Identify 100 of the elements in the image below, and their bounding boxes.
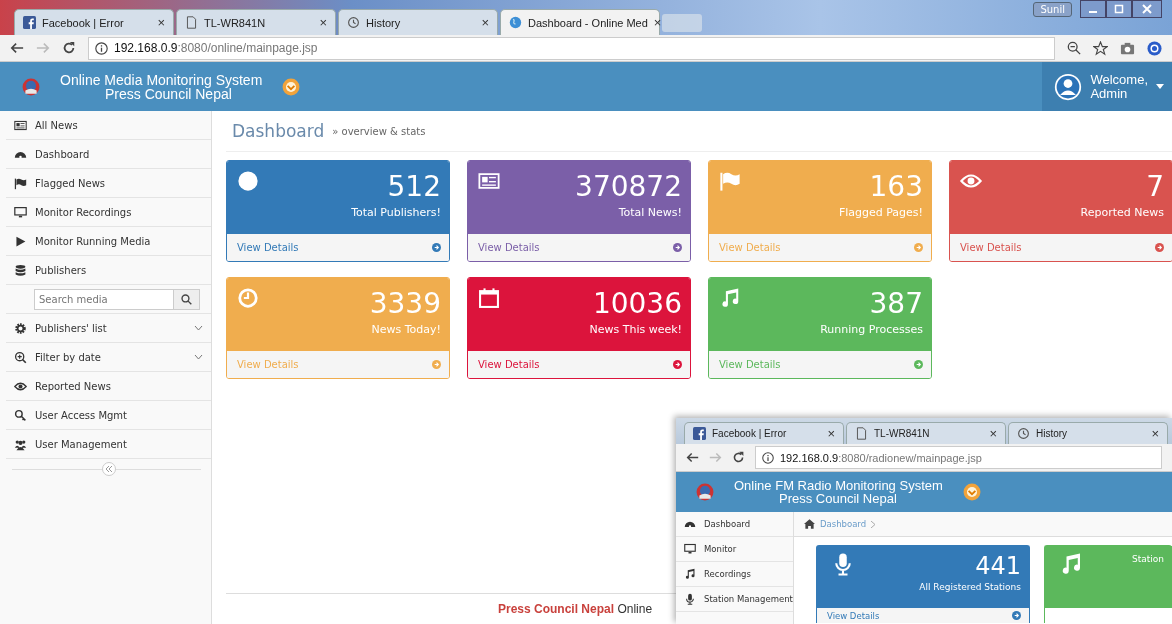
app-title: Online FM Radio Monitoring System Press Council Nepal <box>734 479 943 505</box>
sidebar-item[interactable]: Publishers' list <box>6 314 211 343</box>
browser-tab[interactable]: History × <box>1008 422 1168 444</box>
reload-icon[interactable] <box>62 41 76 55</box>
stat-label: All Registered Stations <box>919 582 1021 592</box>
sidebar-item[interactable]: Dashboard <box>676 512 793 537</box>
monitor-icon <box>684 543 696 555</box>
gear-icon <box>14 321 27 335</box>
sidebar-item[interactable]: Recordings <box>676 562 793 587</box>
database-icon <box>14 263 27 277</box>
music-note-icon <box>719 287 741 309</box>
sidebar-item[interactable]: Monitor <box>676 537 793 562</box>
home-icon <box>804 519 815 529</box>
stat-value: 441 <box>975 552 1021 580</box>
avatar-icon <box>1054 72 1083 101</box>
sidebar-item[interactable]: Flagged News <box>6 169 211 198</box>
page-icon <box>855 427 868 440</box>
microphone-icon <box>684 593 696 605</box>
sidebar-item[interactable]: Dashboard <box>6 140 211 169</box>
arrow-circle-icon <box>1155 243 1164 252</box>
arrow-circle-icon <box>1012 611 1021 620</box>
browser-tab[interactable]: Dashboard - Online Med × <box>500 9 660 35</box>
info-icon <box>95 41 108 55</box>
sidebar-item[interactable]: Station Management <box>676 587 793 612</box>
stat-value: 7 <box>1146 170 1164 204</box>
view-details-link[interactable]: View Details <box>468 234 690 261</box>
sidebar-item[interactable]: User Management <box>6 430 211 459</box>
close-icon[interactable]: × <box>157 15 165 30</box>
stat-label: Total News! <box>618 206 682 219</box>
facebook-icon <box>23 16 36 29</box>
key-icon <box>14 408 27 422</box>
arrow-circle-icon <box>914 360 923 369</box>
browser-tab[interactable]: History × <box>338 9 498 35</box>
back-icon[interactable] <box>686 451 699 464</box>
sidebar-item[interactable]: Filter by date <box>6 343 211 372</box>
monitor-icon <box>14 205 27 219</box>
sidebar-item[interactable]: Monitor Recordings <box>6 198 211 227</box>
browser-tab[interactable]: Facebook | Error × <box>684 422 844 444</box>
extension-icon[interactable] <box>1147 40 1162 56</box>
search-field[interactable]: Search media <box>34 288 174 310</box>
arrow-circle-icon <box>673 243 682 252</box>
address-bar[interactable]: 192.168.0.9:8080/online/mainpage.jsp <box>88 36 1055 60</box>
star-icon[interactable] <box>1093 40 1108 56</box>
stat-label: Flagged Pages! <box>838 206 923 219</box>
sidebar-item[interactable]: User Access Mgmt <box>6 401 211 430</box>
chevron-right-icon <box>871 520 877 528</box>
zoom-icon[interactable] <box>1067 41 1081 55</box>
history-icon <box>347 16 360 29</box>
sidebar-item[interactable]: Publishers <box>6 256 211 285</box>
flag-icon <box>719 170 741 192</box>
music-note-icon <box>684 568 696 580</box>
flag-icon <box>14 176 27 190</box>
close-icon[interactable]: × <box>1151 426 1159 441</box>
stat-label: News Today! <box>371 323 441 336</box>
close-icon[interactable]: × <box>827 426 835 441</box>
browser-tab[interactable]: TL-WR841N × <box>176 9 336 35</box>
stat-label: Total Publishers! <box>351 206 441 219</box>
newspaper-icon <box>478 170 500 192</box>
close-icon[interactable]: × <box>481 15 489 30</box>
caret-icon <box>1156 83 1164 90</box>
view-details-link[interactable]: View Details <box>227 234 449 261</box>
browser-tab[interactable]: TL-WR841N × <box>846 422 1006 444</box>
stat-value: 10036 <box>592 287 682 321</box>
page-title: Dashboard <box>232 121 325 141</box>
stat-value: 3339 <box>369 287 441 321</box>
seal-icon <box>962 483 981 501</box>
stat-label: Running Processes <box>820 323 923 336</box>
close-icon[interactable]: × <box>319 15 327 30</box>
stat-label: Reported News <box>1080 206 1164 219</box>
close-icon[interactable]: × <box>653 15 662 30</box>
browser-tab[interactable]: Facebook | Error × <box>14 9 174 35</box>
history-icon <box>1017 427 1030 440</box>
double-chevron-left-icon <box>105 466 112 472</box>
emblem-icon <box>22 77 40 96</box>
sidebar-item[interactable]: Reported News <box>6 372 211 401</box>
maximize-icon[interactable] <box>1114 4 1124 14</box>
view-details-link[interactable]: View Details <box>817 608 1029 623</box>
seal-icon <box>282 77 301 96</box>
arrow-circle-icon <box>432 360 441 369</box>
emblem-icon <box>696 483 714 501</box>
footer-text: Press Council Nepal Online <box>498 602 653 616</box>
stat-value: 512 <box>387 170 441 204</box>
sidebar-item[interactable]: All News <box>6 111 211 140</box>
sidebar-item[interactable]: Monitor Running Media <box>6 227 211 256</box>
arrow-circle-icon <box>432 243 441 252</box>
camera-icon[interactable] <box>1120 40 1135 56</box>
close-icon[interactable]: × <box>989 426 997 441</box>
address-bar[interactable]: 192.168.0.9:8080/radionew/mainpage.jsp <box>755 446 1162 469</box>
back-icon[interactable] <box>10 41 24 55</box>
collapse-button[interactable] <box>101 462 116 476</box>
play-icon <box>14 234 27 248</box>
view-details-link[interactable]: View Details <box>468 351 690 378</box>
reload-icon[interactable] <box>732 451 745 464</box>
search-button[interactable] <box>174 288 200 310</box>
close-icon[interactable] <box>1142 4 1152 14</box>
page-icon <box>185 16 198 29</box>
user-menu[interactable]: Welcome, Admin <box>1042 62 1172 111</box>
clock-icon <box>237 287 259 309</box>
search-icon <box>181 293 192 305</box>
view-details-link[interactable]: View Details <box>950 234 1172 261</box>
